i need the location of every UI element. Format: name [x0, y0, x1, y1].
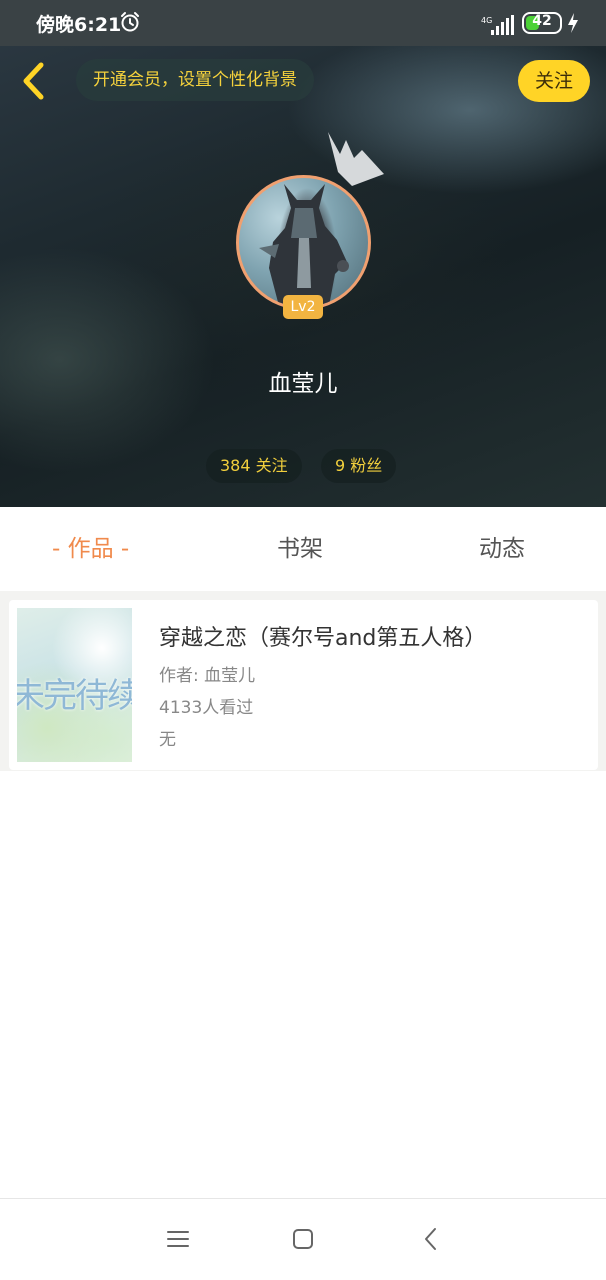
profile-tabs: - 作品 - 书架 动态 [0, 507, 606, 591]
signal-icon: 4G [481, 15, 514, 35]
avatar[interactable] [236, 175, 371, 310]
work-author: 作者: 血莹儿 [159, 666, 256, 686]
works-list: 未完待续 穿越之恋（赛尔号and第五人格） 作者: 血莹儿 4133人看过 无 [0, 591, 606, 771]
back-icon[interactable] [417, 1225, 445, 1253]
status-bar: 傍晚6:21 4G 42 [0, 0, 606, 46]
home-icon[interactable] [289, 1225, 317, 1253]
list-item[interactable]: 未完待续 穿越之恋（赛尔号and第五人格） 作者: 血莹儿 4133人看过 无 [9, 600, 598, 770]
profile-header: 傍晚6:21 4G 42 开通会员，设置个性化背景 关注 Lv2 血莹儿 384… [0, 0, 606, 507]
cover-title-text: 未完待续 [17, 676, 132, 716]
menu-icon[interactable] [164, 1225, 192, 1253]
work-intro: 无 [159, 730, 176, 750]
work-view-count: 4133人看过 [159, 698, 254, 718]
tab-bookshelf[interactable]: 书架 [277, 507, 323, 591]
charging-icon [568, 13, 578, 33]
tab-activity[interactable]: 动态 [479, 507, 525, 591]
alarm-icon [121, 12, 139, 32]
fans-count[interactable]: 9 粉丝 [321, 449, 397, 483]
tab-works[interactable]: - 作品 - [52, 507, 129, 591]
vip-upgrade-banner[interactable]: 开通会员，设置个性化背景 [76, 59, 314, 101]
work-title: 穿越之恋（赛尔号and第五人格） [159, 626, 487, 651]
network-label: 4G [481, 16, 492, 25]
book-cover: 未完待续 [17, 608, 132, 762]
battery-label: 42 [532, 13, 552, 29]
following-count[interactable]: 384 关注 [206, 449, 302, 483]
username: 血莹儿 [268, 371, 338, 397]
system-nav-bar [0, 1198, 606, 1280]
avatar-figure-icon [259, 184, 349, 306]
back-button[interactable] [14, 58, 54, 104]
profile-screen: 傍晚6:21 4G 42 开通会员，设置个性化背景 关注 Lv2 血莹儿 384… [0, 0, 606, 1280]
status-time: 傍晚6:21 [36, 14, 122, 36]
battery-icon: 42 [522, 12, 562, 34]
follow-button[interactable]: 关注 [518, 60, 590, 102]
level-badge: Lv2 [283, 295, 323, 319]
